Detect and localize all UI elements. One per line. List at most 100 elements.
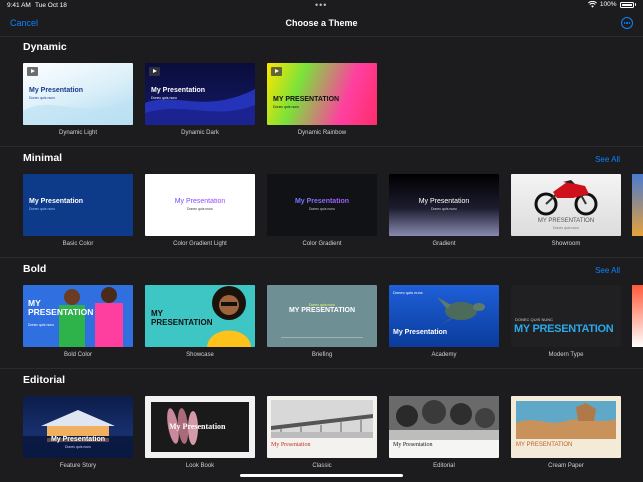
theme-showcase[interactable]: MY PRESENTATION Showcase	[145, 285, 255, 358]
theme-label: Color Gradient Light	[173, 241, 227, 247]
theme-thumbnail: MY PRESENTATION Donec quis nunc	[23, 285, 133, 347]
theme-preview-title: My Presentation	[418, 198, 470, 205]
theme-label: Editorial	[433, 463, 455, 469]
play-icon	[149, 67, 160, 76]
theme-preview-subtitle: Donec quis nunc	[393, 290, 423, 295]
play-icon	[271, 67, 282, 76]
theme-editorial[interactable]: My Presentation Editorial	[389, 396, 499, 469]
section-divider	[0, 36, 643, 37]
status-time: 9:41 AM	[7, 2, 31, 9]
theme-briefing[interactable]: MY PRESENTATION Donec quis nunc Briefing	[267, 285, 377, 358]
section-title-bold: Bold	[23, 263, 47, 275]
section-divider	[0, 368, 643, 369]
theme-academy[interactable]: Donec quis nunc My Presentation Academy	[389, 285, 499, 358]
theme-preview-title: My Presentation	[271, 442, 311, 448]
theme-dynamic-rainbow[interactable]: MY PRESENTATION Donec quis nunc Dynamic …	[267, 63, 377, 136]
status-date: Tue Oct 18	[35, 2, 67, 9]
theme-label: Dynamic Rainbow	[297, 130, 347, 136]
theme-label: Showcase	[186, 352, 214, 358]
theme-preview-subtitle: Donec quis nunc	[151, 96, 178, 100]
theme-thumbnail: MY PRESENTATION	[511, 396, 621, 458]
theme-preview-title: MY PRESENTATION	[288, 307, 356, 314]
sea-turtle-image	[437, 297, 485, 325]
section-divider	[0, 257, 643, 258]
theme-preview-subtitle: Donec quis nunc	[273, 105, 300, 109]
theme-thumbnail: Donec quis nunc My Presentation	[389, 285, 499, 347]
theme-dynamic-dark[interactable]: My Presentation Donec quis nunc Dynamic …	[145, 63, 255, 136]
theme-preview-subtitle: Donec quis nunc	[186, 207, 214, 211]
theme-preview-subtitle: Donec quis nunc	[29, 207, 56, 211]
theme-preview-subtitle: DONEC QUIS NUNC	[515, 317, 554, 322]
theme-color-gradient-light[interactable]: My Presentation Donec quis nunc Color Gr…	[145, 174, 255, 247]
theme-thumbnail: MY PRESENTATION Donec quis nunc	[511, 174, 621, 236]
more-options-icon[interactable]	[621, 17, 633, 29]
theme-preview-title: My Presentation	[50, 436, 106, 443]
theme-preview-subtitle: Donec quis nunc	[28, 323, 55, 327]
theme-preview-subtitle: Donec quis nunc	[308, 207, 336, 211]
theme-preview-title: MY PRESENTATION	[151, 309, 213, 327]
theme-label: Look Book	[185, 463, 215, 469]
theme-preview-title: My Presentation	[29, 198, 84, 205]
theme-thumbnail: My Presentation Donec quis nunc	[267, 174, 377, 236]
theme-bold-color[interactable]: MY PRESENTATION Donec quis nunc Bold Col…	[23, 285, 133, 358]
status-bar: 9:41 AM Tue Oct 18 ••• 100%	[0, 0, 643, 12]
theme-basic-color[interactable]: My Presentation Donec quis nunc Basic Co…	[23, 174, 133, 247]
battery-icon	[619, 1, 634, 8]
theme-preview-subtitle: Donec quis nunc	[29, 96, 56, 100]
theme-thumbnail: My Presentation	[389, 396, 499, 458]
page-title: Choose a Theme	[285, 18, 358, 28]
section-title-dynamic: Dynamic	[23, 41, 67, 53]
battery-cap	[634, 3, 636, 6]
theme-modern-type[interactable]: DONEC QUIS NUNC MY PRESENTATION Modern T…	[511, 285, 621, 358]
theme-showroom[interactable]: MY PRESENTATION Donec quis nunc Showroom	[511, 174, 621, 247]
section-divider	[0, 146, 643, 147]
theme-color-gradient[interactable]: My Presentation Donec quis nunc Color Gr…	[267, 174, 377, 247]
play-icon	[27, 67, 38, 76]
theme-thumbnail: MY PRESENTATION Donec quis nunc	[267, 63, 377, 125]
theme-label: Bold Color	[63, 352, 92, 358]
theme-dynamic-light[interactable]: My Presentation Donec quis nunc Dynamic …	[23, 63, 133, 136]
theme-thumbnail: My Presentation Donec quis nunc	[145, 63, 255, 125]
bridge-image	[271, 400, 373, 438]
wifi-icon	[587, 1, 597, 8]
theme-preview-title: My Presentation	[267, 198, 377, 205]
multitasking-dots-icon[interactable]: •••	[315, 0, 327, 10]
theme-gradient[interactable]: My Presentation Donec quis nunc Gradient	[389, 174, 499, 247]
theme-preview-title: My Presentation	[169, 422, 226, 431]
home-indicator[interactable]	[240, 474, 403, 477]
theme-thumbnail: MY PRESENTATION	[145, 285, 255, 347]
theme-preview-title: MY PRESENTATION	[28, 298, 94, 317]
children-image	[389, 396, 499, 440]
theme-thumbnail: My Presentation Donec quis nunc	[23, 63, 133, 125]
theme-preview-title: MY PRESENTATION	[273, 96, 340, 103]
coastline-image	[516, 401, 616, 439]
theme-thumbnail: DONEC QUIS NUNC MY PRESENTATION	[511, 285, 621, 347]
theme-preview-title: MY PRESENTATION	[514, 323, 614, 335]
theme-preview-title: My Presentation	[393, 329, 448, 336]
next-theme-peek[interactable]	[632, 285, 643, 347]
see-all-bold-link[interactable]: See All	[595, 266, 620, 275]
theme-label: Feature Story	[59, 463, 97, 469]
theme-feature-story[interactable]: My Presentation Donec quis nunc Feature …	[23, 396, 133, 469]
theme-classic[interactable]: My Presentation Classic	[267, 396, 377, 469]
theme-label: Academy	[431, 352, 457, 358]
theme-preview-title: My Presentation	[151, 87, 206, 94]
theme-preview-title: My Presentation	[145, 198, 255, 205]
theme-preview-title: MY PRESENTATION	[516, 442, 573, 448]
theme-thumbnail: My Presentation	[145, 396, 255, 458]
theme-preview-subtitle: Donec quis nunc	[552, 226, 580, 230]
theme-cream-paper[interactable]: MY PRESENTATION Cream Paper	[511, 396, 621, 469]
theme-preview-subtitle: Donec quis nunc	[430, 207, 458, 211]
theme-label: Modern Type	[548, 352, 584, 358]
section-title-minimal: Minimal	[23, 152, 63, 164]
theme-label: Briefing	[311, 352, 333, 358]
see-all-minimal-link[interactable]: See All	[595, 155, 620, 164]
theme-label: Color Gradient	[302, 241, 342, 247]
theme-thumbnail: My Presentation	[267, 396, 377, 458]
theme-thumbnail: My Presentation Donec quis nunc	[23, 174, 133, 236]
theme-preview-subtitle: Donec quis nunc	[64, 445, 92, 449]
theme-preview-title: My Presentation	[29, 87, 84, 94]
theme-look-book[interactable]: My Presentation Look Book	[145, 396, 255, 469]
theme-label: Classic	[312, 463, 332, 469]
next-theme-peek[interactable]	[632, 174, 643, 236]
